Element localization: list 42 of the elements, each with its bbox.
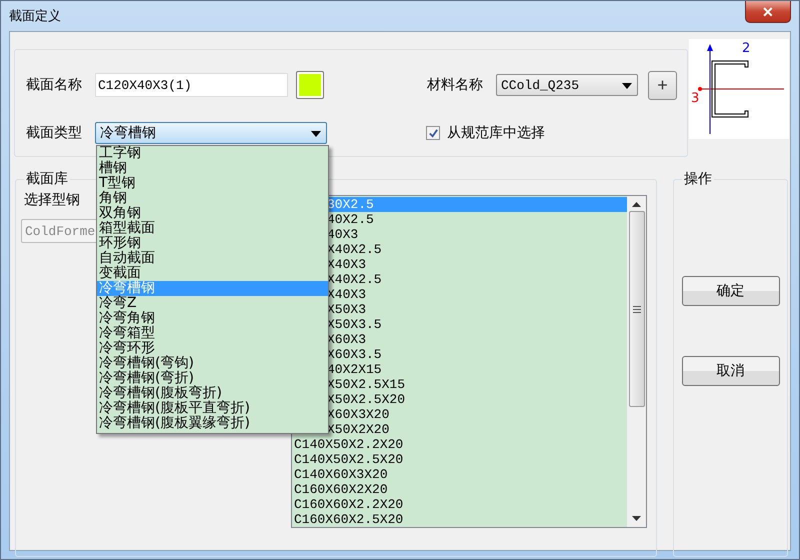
scroll-down-icon[interactable] <box>632 516 641 521</box>
checkbox[interactable] <box>426 126 440 140</box>
material-label: 材料名称 <box>427 76 483 94</box>
section-type-dropdown[interactable]: 冷弯槽钢 <box>95 122 327 144</box>
list-item[interactable]: C160X60X2.2X20 <box>292 497 627 512</box>
menu-item[interactable]: 冷弯Z <box>97 296 328 311</box>
menu-item[interactable]: T型钢 <box>97 176 328 191</box>
material-dropdown[interactable]: CCold_Q235 <box>496 74 638 96</box>
close-button[interactable]: ✕ <box>745 1 791 23</box>
scrollbar[interactable] <box>627 196 646 527</box>
menu-item[interactable]: 冷弯箱型 <box>97 326 328 341</box>
list-item[interactable]: C160X60X2.5X20 <box>292 512 627 527</box>
color-swatch[interactable] <box>296 71 324 99</box>
section-name-field[interactable]: C120X40X3(1) <box>95 73 288 97</box>
section-type-label: 截面类型 <box>26 124 82 142</box>
group-title: 操作 <box>682 170 714 188</box>
section-name-label: 截面名称 <box>26 76 82 94</box>
list-item[interactable]: C140X60X3X20 <box>292 467 627 482</box>
menu-item[interactable]: 冷弯槽钢(腹板翼缘弯折) <box>97 416 328 431</box>
list-item[interactable]: C160X60X2X20 <box>292 482 627 497</box>
dialog-button[interactable]: 取消 <box>682 356 780 386</box>
menu-item[interactable]: 变截面 <box>97 266 328 281</box>
menu-item[interactable]: 冷弯槽钢(弯折) <box>97 371 328 386</box>
grip-icon <box>632 306 640 312</box>
dialog-button[interactable]: 确定 <box>682 276 780 306</box>
menu-item[interactable]: 自动截面 <box>97 251 328 266</box>
menu-item[interactable]: 冷弯槽钢(弯钩) <box>97 356 328 371</box>
checkbox-label: 从规范库中选择 <box>447 124 545 142</box>
menu-item[interactable]: 槽钢 <box>97 161 328 176</box>
menu-item[interactable]: 工字钢 <box>97 146 328 161</box>
section-preview-drawing: 2 3 <box>689 39 789 139</box>
menu-item[interactable]: 冷弯环形 <box>97 341 328 356</box>
list-item[interactable]: C140X50X2.5X20 <box>292 452 627 467</box>
menu-item[interactable]: 冷弯槽钢(腹板平直弯折) <box>97 401 328 416</box>
menu-item[interactable]: 冷弯角钢 <box>97 311 328 326</box>
add-button[interactable]: + <box>648 70 677 100</box>
scroll-up-icon[interactable] <box>632 202 641 207</box>
window-title: 截面定义 <box>9 8 61 25</box>
group-title: 截面库 <box>24 170 70 188</box>
library-select-label: 选择型钢 <box>24 191 80 209</box>
list-item[interactable]: C140X50X2.2X20 <box>292 437 627 452</box>
menu-item[interactable]: 冷弯槽钢(腹板弯折) <box>97 386 328 401</box>
